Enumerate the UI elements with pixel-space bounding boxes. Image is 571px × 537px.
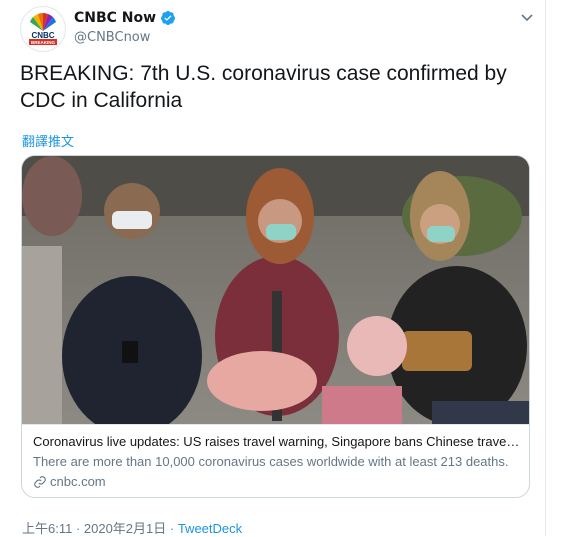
user-handle[interactable]: @CNBCnow	[74, 30, 150, 45]
verified-badge-icon	[161, 11, 176, 25]
svg-text:CNBC: CNBC	[31, 31, 54, 40]
tweet-text: BREAKING: 7th U.S. coronavirus case conf…	[20, 62, 507, 112]
card-domain[interactable]: cnbc.com	[33, 474, 106, 489]
card-description: There are more than 10,000 coronavirus c…	[33, 454, 509, 469]
cnbc-peacock-logo-icon: CNBC BREAKING	[27, 13, 59, 45]
card-image-travelers-masks[interactable]	[22, 156, 529, 424]
user-display-name[interactable]: CNBC Now	[74, 10, 176, 26]
tweet-header: CNBC BREAKING CNBC Now @CNBCnow	[20, 6, 540, 52]
link-preview-card[interactable]: Coronavirus live updates: US raises trav…	[21, 155, 530, 498]
card-domain-text[interactable]: cnbc.com	[50, 474, 106, 489]
card-title[interactable]: Coronavirus live updates: US raises trav…	[33, 434, 521, 449]
tweet-meta: 上午6:11 · 2020年2月1日 · TweetDeck	[22, 518, 242, 537]
tweet-container: CNBC BREAKING CNBC Now @CNBCnow BREAKING…	[0, 0, 546, 536]
translate-tweet-link[interactable]: 翻譯推文	[22, 131, 74, 150]
card-text-area[interactable]: Coronavirus live updates: US raises trav…	[22, 424, 529, 497]
tweet-source-link[interactable]: TweetDeck	[178, 521, 242, 536]
user-name-text[interactable]: CNBC Now	[74, 10, 156, 26]
link-icon	[34, 475, 46, 488]
tweet-timestamp[interactable]: 上午6:11 · 2020年2月1日 ·	[22, 521, 178, 536]
avatar[interactable]: CNBC BREAKING	[20, 6, 66, 52]
chevron-down-icon[interactable]	[520, 10, 534, 24]
svg-text:BREAKING: BREAKING	[31, 40, 56, 45]
